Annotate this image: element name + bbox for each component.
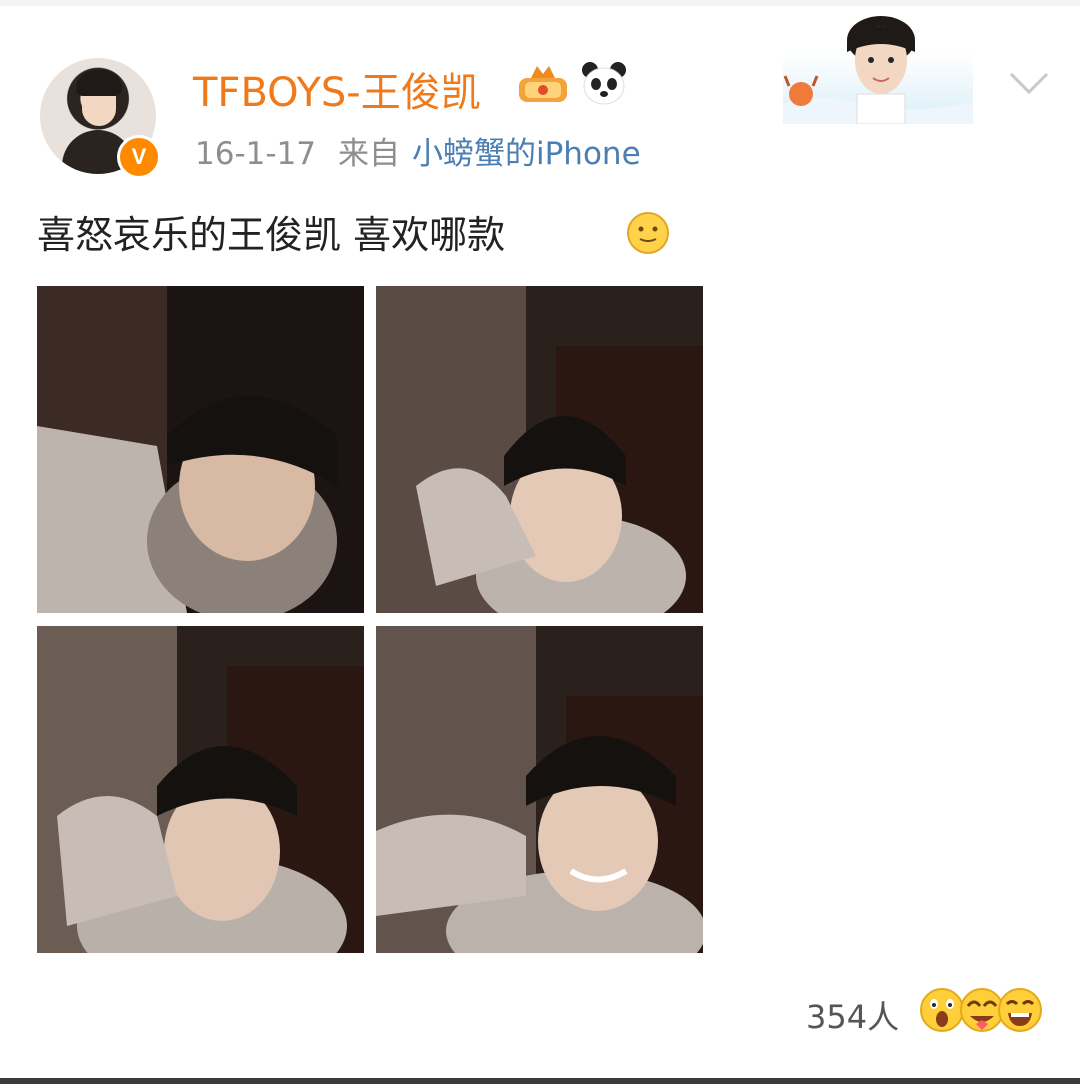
source-link[interactable]: 小螃蟹的iPhone xyxy=(412,136,641,172)
top-divider xyxy=(0,0,1080,6)
chevron-down-icon[interactable] xyxy=(1008,70,1050,96)
post-text: 喜怒哀乐的王俊凯 喜欢哪款 xyxy=(37,213,506,257)
avatar-hair xyxy=(76,70,122,96)
crown-icon xyxy=(519,66,567,102)
smile-emoji-icon xyxy=(627,212,669,254)
post-photo[interactable] xyxy=(37,626,364,953)
from-label: 来自 xyxy=(338,136,400,172)
reaction-count[interactable]: 354人 xyxy=(806,992,899,1038)
username[interactable]: TFBOYS-王俊凯 xyxy=(193,60,481,118)
post-meta: 16-1-17 来自 小螃蟹的iPhone xyxy=(195,128,641,173)
verified-badge-icon: V xyxy=(117,135,161,179)
post-date: 16-1-17 xyxy=(195,136,316,172)
bottom-divider xyxy=(0,1078,1080,1084)
post-photo[interactable] xyxy=(376,286,703,613)
post-photo[interactable] xyxy=(376,626,703,953)
profile-cover-art xyxy=(783,16,973,124)
laugh-emoji-icon[interactable] xyxy=(996,986,1044,1034)
panda-icon xyxy=(582,62,626,105)
post-photo[interactable] xyxy=(37,286,364,613)
